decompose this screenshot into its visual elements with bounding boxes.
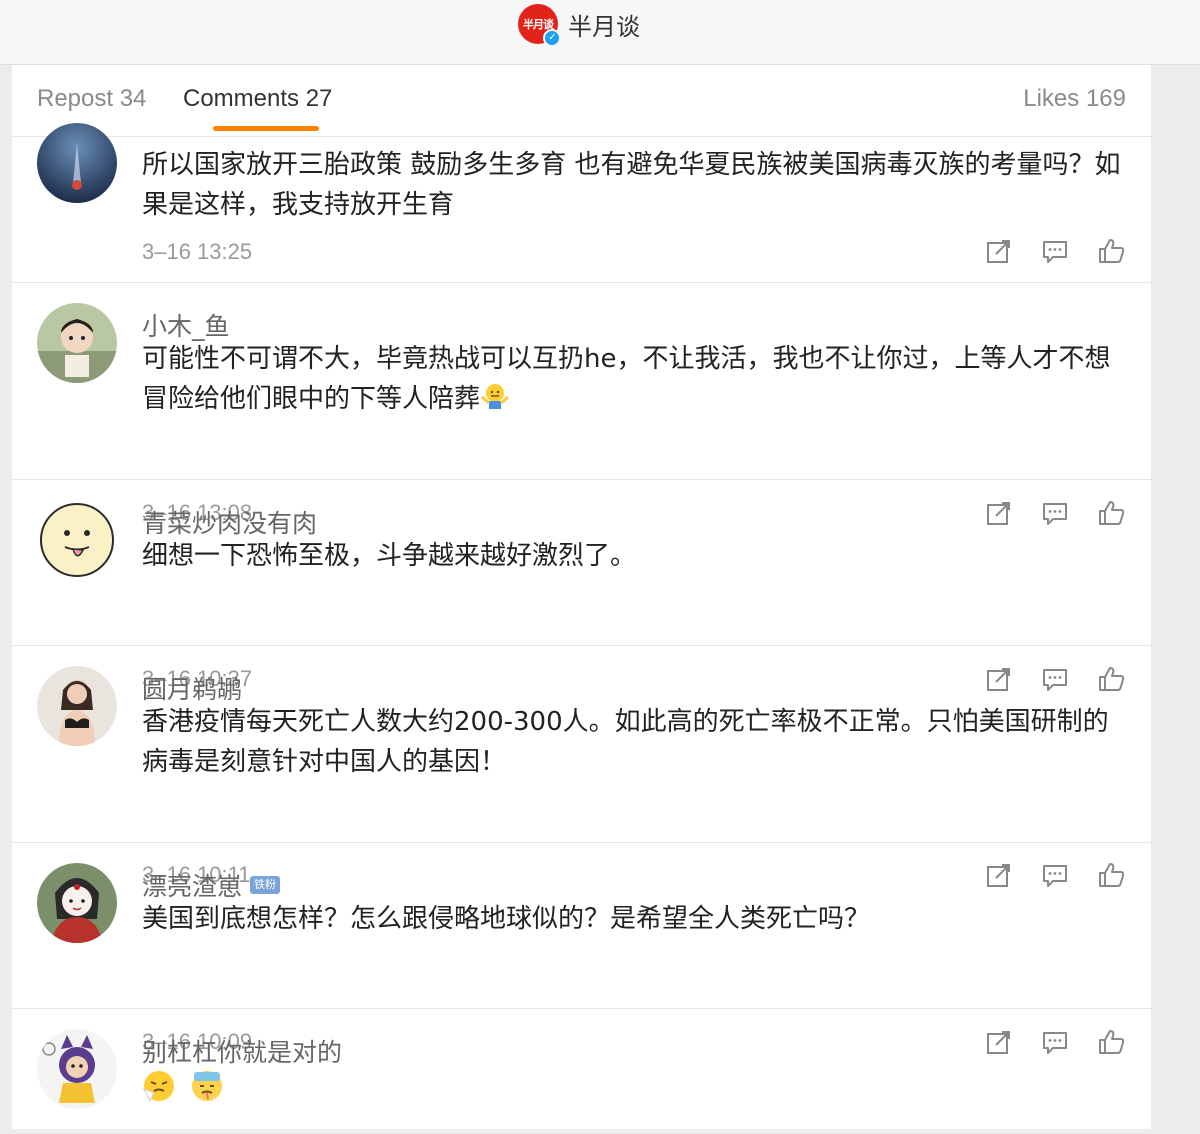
sick-emoji-icon <box>192 1071 223 1101</box>
like-icon[interactable] <box>1097 237 1125 265</box>
top-bar: 半月谈 ✓ 半月谈 <box>0 0 1200 65</box>
comment-emojis <box>142 1069 1127 1111</box>
comment-text: 美国到底想怎样？怎么跟侵略地球似的？是希望全人类死亡吗？ <box>142 904 871 934</box>
comment-username[interactable]: 圆月鹈鹕 <box>142 670 242 706</box>
comment-text: 所以国家放开三胎政策 鼓励多生多育 也有避免华夏民族被美国病毒灭族的考量吗？如果… <box>142 150 1121 220</box>
comment-text: 可能性不可谓不大，毕竟热战可以互扔he，不让我活，我也不让你过，上等人才不想冒险… <box>142 344 1111 414</box>
avatar[interactable] <box>37 1029 117 1109</box>
fan-badge: 铁粉 <box>250 876 281 894</box>
comment-username[interactable]: 青菜炒肉没有肉 <box>142 504 317 540</box>
comment-text-wrap: 可能性不可谓不大，毕竟热战可以互扔he，不让我活，我也不让你过，上等人才不想冒险… <box>142 339 1127 419</box>
comment-time: 3–16 13:25 <box>142 239 253 264</box>
comment-username[interactable]: 小木_鱼 <box>142 307 230 343</box>
tab-likes[interactable]: Likes 169 <box>1023 85 1126 113</box>
comment-text: 香港疫情每天死亡人数大约200-300人。如此高的死亡率极不正常。只怕美国研制的… <box>142 707 1109 777</box>
avatar[interactable] <box>37 303 117 383</box>
avatar[interactable] <box>37 123 117 203</box>
avatar[interactable] <box>37 863 117 943</box>
comment-username[interactable]: 别杠杠你就是对的 <box>142 1033 342 1069</box>
username-text: 别杠杠你就是对的 <box>142 1038 343 1067</box>
tab-comments[interactable]: Comments 27 <box>183 85 332 113</box>
verified-badge-icon: ✓ <box>543 29 561 47</box>
share-icon[interactable] <box>985 237 1013 265</box>
comment-item: 小木_鱼 可能性不可谓不大，毕竟热战可以互扔he，不让我活，我也不让你过，上等人… <box>12 283 1151 525</box>
username-text: 漂亮渣崽 <box>142 872 243 901</box>
tab-repost[interactable]: Repost 34 <box>37 85 146 113</box>
comments-panel: Repost 34 Comments 27 Likes 169 所以国家放开三胎… <box>12 65 1151 1129</box>
username-text: 小木_鱼 <box>142 312 230 341</box>
active-tab-indicator <box>213 126 319 131</box>
comment-username[interactable]: 漂亮渣崽 铁粉 <box>142 867 281 903</box>
comment-actions <box>985 237 1125 265</box>
username-text: 圆月鹈鹕 <box>142 675 243 704</box>
comment-item: 圆月鹈鹕 香港疫情每天死亡人数大约200-300人。如此高的死亡率极不正常。只怕… <box>12 646 1151 887</box>
avatar[interactable] <box>37 666 117 746</box>
account-logo[interactable]: 半月谈 ✓ <box>518 4 561 47</box>
comment-icon[interactable] <box>1041 237 1069 265</box>
username-text: 青菜炒肉没有肉 <box>142 509 318 538</box>
account-name[interactable]: 半月谈 <box>568 7 640 42</box>
account-header[interactable]: 半月谈 ✓ 半月谈 <box>518 4 640 47</box>
comment-text: 细想一下恐怖至极，斗争越来越好激烈了。 <box>142 541 637 571</box>
comment-item: 漂亮渣崽 铁粉 美国到底想怎样？怎么跟侵略地球似的？是希望全人类死亡吗？ 3–16… <box>12 843 1151 1054</box>
comment-item: 所以国家放开三胎政策 鼓励多生多育 也有避免华夏民族被美国病毒灭族的考量吗？如果… <box>12 123 1151 283</box>
sneeze-emoji-icon <box>142 1071 174 1103</box>
avatar[interactable] <box>37 500 117 580</box>
tab-bar: Repost 34 Comments 27 Likes 169 <box>12 65 1151 137</box>
comment-item: 青菜炒肉没有肉 细想一下恐怖至极，斗争越来越好激烈了。 3–16 10:37 <box>12 480 1151 691</box>
comment-item: 别杠杠你就是对的 <box>12 1009 1151 1129</box>
shrug-emoji-icon <box>481 384 509 409</box>
